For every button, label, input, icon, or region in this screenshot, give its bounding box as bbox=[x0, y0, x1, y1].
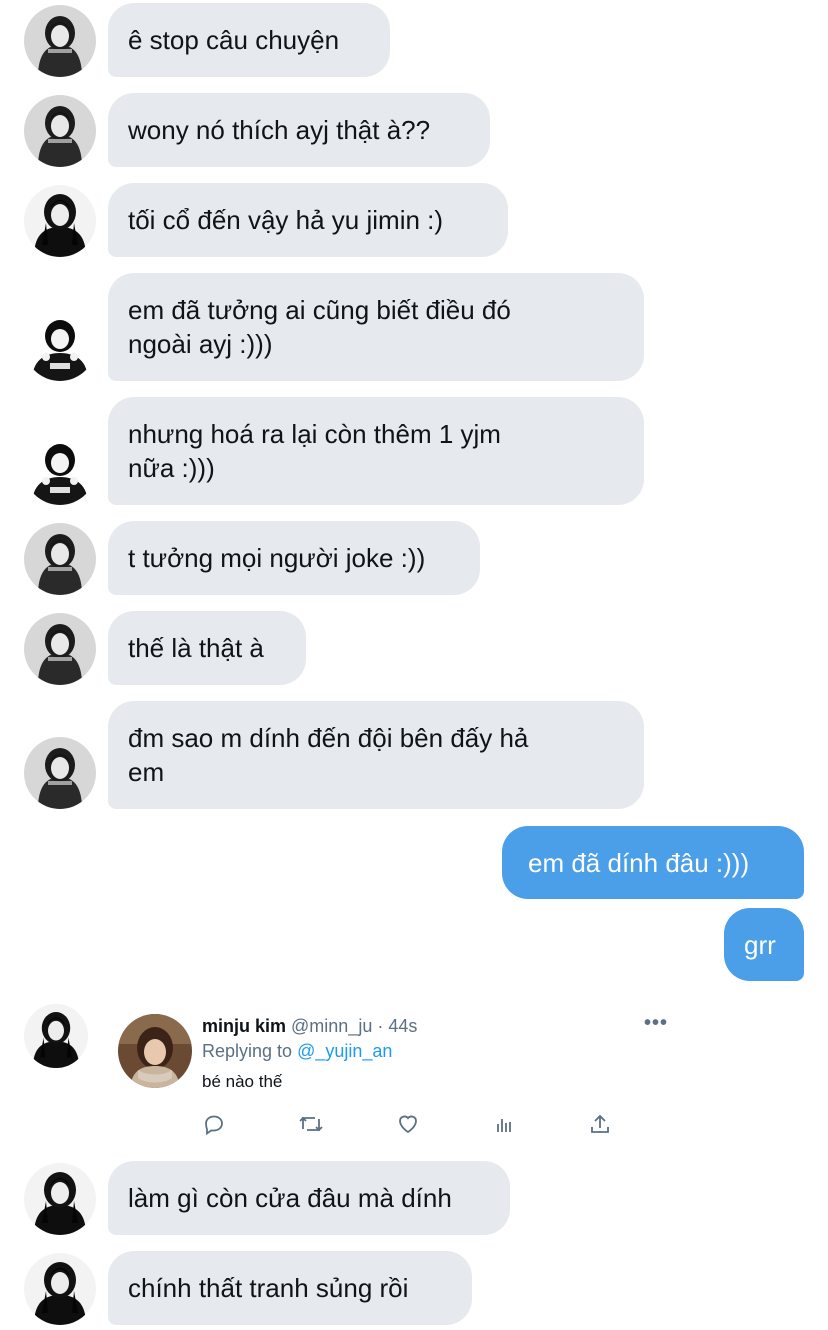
tweet-author-avatar[interactable] bbox=[118, 1014, 192, 1088]
tweet-actions bbox=[202, 1112, 622, 1138]
message-text: em đã tưởng ai cũng biết điều đó ngoài a… bbox=[128, 295, 511, 359]
message-text: nhưng hoá ra lại còn thêm 1 yjm nữa :))) bbox=[128, 419, 501, 483]
tweet-time[interactable]: 44s bbox=[388, 1016, 417, 1036]
message-bubble: làm gì còn cửa đâu mà dính bbox=[108, 1161, 510, 1235]
message-bubble: nhưng hoá ra lại còn thêm 1 yjm nữa :))) bbox=[108, 397, 644, 505]
message-text: t tưởng mọi người joke :)) bbox=[128, 543, 426, 573]
avatar[interactable] bbox=[24, 95, 96, 167]
message-text: làm gì còn cửa đâu mà dính bbox=[128, 1183, 452, 1213]
shared-tweet[interactable]: minju kim @minn_ju · 44s ••• Replying to… bbox=[118, 1012, 678, 1142]
avatar[interactable] bbox=[24, 5, 96, 77]
replying-to: Replying to @_yujin_an bbox=[202, 1041, 392, 1062]
message-bubble: ê stop câu chuyện bbox=[108, 3, 390, 77]
message-bubble-outgoing: em đã dính đâu :))) bbox=[502, 826, 804, 899]
message-text: tối cổ đến vậy hả yu jimin :) bbox=[128, 205, 444, 235]
message-bubble: tối cổ đến vậy hả yu jimin :) bbox=[108, 183, 508, 257]
tweet-separator: · bbox=[377, 1016, 384, 1036]
message-bubble: t tưởng mọi người joke :)) bbox=[108, 521, 480, 595]
tweet-text: bé nào thế bbox=[202, 1072, 283, 1091]
message-bubble-outgoing: grr bbox=[724, 908, 804, 981]
message-text: wony nó thích ayj thật à?? bbox=[128, 115, 431, 145]
avatar[interactable] bbox=[24, 737, 96, 809]
message-bubble: chính thất tranh sủng rồi bbox=[108, 1251, 472, 1325]
tweet-author-name[interactable]: minju kim bbox=[202, 1016, 286, 1036]
message-text: grr bbox=[744, 929, 776, 960]
retweet-icon[interactable] bbox=[298, 1112, 324, 1138]
avatar[interactable] bbox=[24, 185, 96, 257]
replying-to-label: Replying to bbox=[202, 1041, 293, 1061]
avatar[interactable] bbox=[24, 309, 96, 381]
message-bubble: em đã tưởng ai cũng biết điều đó ngoài a… bbox=[108, 273, 644, 381]
message-bubble: wony nó thích ayj thật à?? bbox=[108, 93, 490, 167]
more-options-icon[interactable]: ••• bbox=[644, 1012, 668, 1035]
analytics-icon[interactable] bbox=[492, 1112, 518, 1138]
avatar[interactable] bbox=[24, 613, 96, 685]
message-text: ê stop câu chuyện bbox=[128, 25, 340, 55]
message-text: chính thất tranh sủng rồi bbox=[128, 1273, 409, 1303]
share-icon[interactable] bbox=[588, 1112, 614, 1138]
avatar[interactable] bbox=[24, 523, 96, 595]
message-bubble: thế là thật à bbox=[108, 611, 306, 685]
avatar[interactable] bbox=[24, 1253, 96, 1325]
message-text: đm sao m dính đến đội bên đấy hả em bbox=[128, 723, 529, 787]
avatar[interactable] bbox=[24, 1004, 88, 1068]
like-icon[interactable] bbox=[396, 1112, 422, 1138]
tweet-header: minju kim @minn_ju · 44s bbox=[202, 1016, 417, 1037]
replying-to-mention[interactable]: @_yujin_an bbox=[297, 1041, 392, 1061]
tweet-author-handle[interactable]: @minn_ju bbox=[291, 1016, 372, 1036]
message-text: thế là thật à bbox=[128, 633, 264, 663]
reply-icon[interactable] bbox=[202, 1112, 228, 1138]
avatar[interactable] bbox=[24, 433, 96, 505]
message-text: em đã dính đâu :))) bbox=[528, 847, 750, 878]
avatar[interactable] bbox=[24, 1163, 96, 1235]
message-bubble: đm sao m dính đến đội bên đấy hả em bbox=[108, 701, 644, 809]
